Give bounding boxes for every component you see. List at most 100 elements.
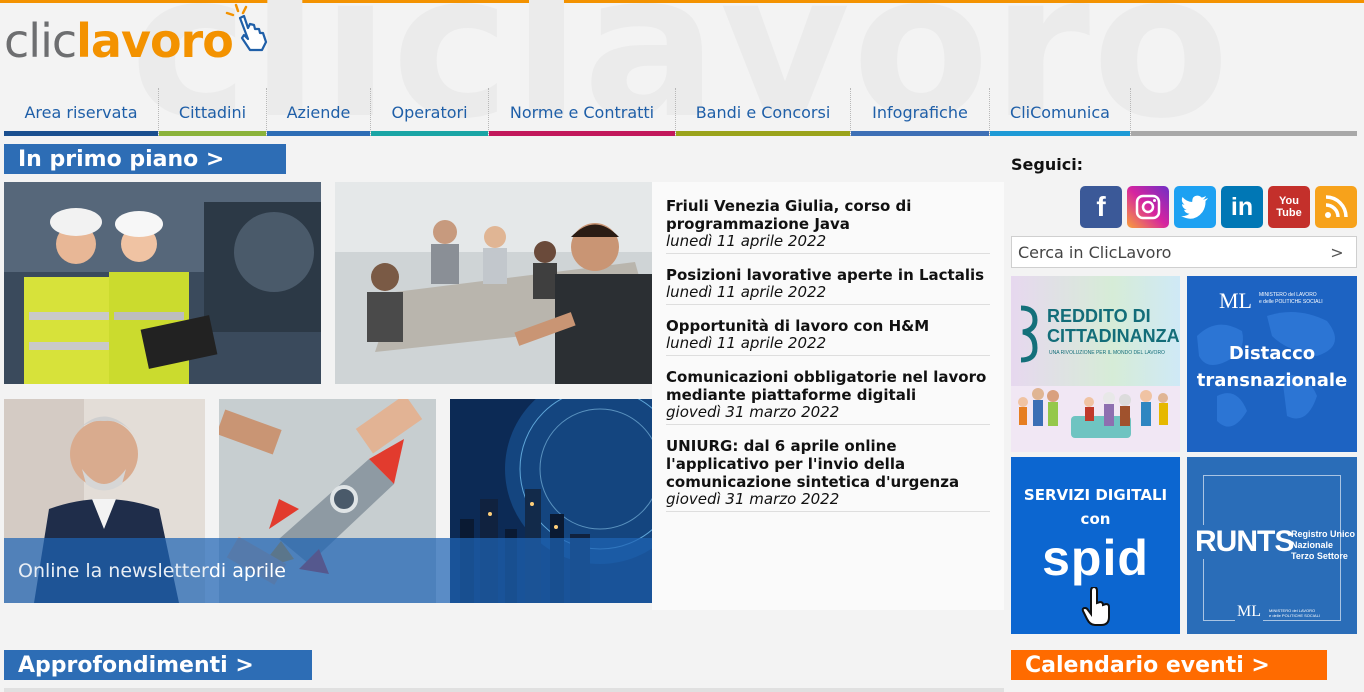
reddito-title: REDDITO DI CITTADINANZA: [1047, 306, 1180, 346]
servizi-digitali-spid-card[interactable]: SERVIZI DIGITALI con spid: [1011, 457, 1180, 634]
runts-line1: Registro Unico: [1291, 529, 1356, 539]
search-submit-button[interactable]: >: [1322, 243, 1352, 262]
main-navigation: Area riservata Cittadini Aziende Operato…: [4, 88, 1357, 136]
news-item[interactable]: Comunicazioni obbligatorie nel lavoro me…: [666, 368, 990, 425]
hand-pointer-icon: [225, 3, 268, 52]
nav-color-bar: [4, 131, 158, 136]
youtube-button[interactable]: You Tube: [1268, 186, 1310, 228]
news-date: lunedì 11 aprile 2022: [666, 283, 827, 301]
distacco-title: Distacco transnazionale: [1187, 340, 1357, 394]
news-title[interactable]: Friuli Venezia Giulia, corso di programm…: [666, 197, 990, 233]
linkedin-button[interactable]: in: [1221, 186, 1263, 228]
nav-color-bar: [371, 131, 488, 136]
nav-cittadini[interactable]: Cittadini: [159, 88, 267, 136]
news-title[interactable]: Comunicazioni obbligatorie nel lavoro me…: [666, 368, 990, 404]
spid-line1: SERVIZI DIGITALI: [1023, 486, 1168, 504]
runts-acronym: RUNTS: [1195, 525, 1298, 559]
reddito-line2: CITTADINANZA: [1047, 326, 1180, 346]
search-input[interactable]: [1012, 238, 1322, 266]
approfondimenti-heading[interactable]: Approfondimenti >: [4, 650, 312, 680]
runts-card[interactable]: RUNTS Registro Unico Nazionale Terzo Set…: [1187, 457, 1357, 634]
news-title[interactable]: Posizioni lavorative aperte in Lactalis: [666, 266, 990, 284]
nav-bandi-concorsi[interactable]: Bandi e Concorsi: [676, 88, 851, 136]
news-date: giovedì 31 marzo 2022: [666, 490, 840, 508]
featured-image-meeting[interactable]: [335, 182, 652, 384]
instagram-button[interactable]: [1127, 186, 1169, 228]
spid-title: SERVIZI DIGITALI con: [1011, 485, 1180, 529]
nav-label: Cittadini: [178, 102, 247, 122]
calendario-eventi-heading[interactable]: Calendario eventi >: [1011, 650, 1327, 680]
hand-cursor-icon: [1081, 587, 1110, 626]
ministry-name: MINISTERO del LAVORO e delle POLITICHE S…: [1259, 292, 1323, 306]
twitter-button[interactable]: [1174, 186, 1216, 228]
nav-operatori[interactable]: Operatori: [371, 88, 489, 136]
featured-mosaic: Online la newsletter di aprile: [4, 182, 652, 603]
newsletter-label: Online la newsletter: [18, 559, 209, 582]
news-item[interactable]: Friuli Venezia Giulia, corso di programm…: [666, 197, 990, 254]
family-illustration: [1018, 388, 1168, 438]
nav-norme-contratti[interactable]: Norme e Contratti: [489, 88, 676, 136]
nav-clicomunica[interactable]: CliComunica: [990, 88, 1131, 136]
nav-infografiche[interactable]: Infografiche: [851, 88, 990, 136]
workers-photo: [4, 182, 321, 384]
nav-filler: [1131, 88, 1357, 136]
news-item[interactable]: Opportunità di lavoro con H&M lunedì 11 …: [666, 317, 990, 356]
ministry-line1: MINISTERO del LAVORO: [1259, 292, 1317, 298]
nav-aziende[interactable]: Aziende: [267, 88, 371, 136]
facebook-button[interactable]: f: [1080, 186, 1122, 228]
youtube-icon: You Tube: [1276, 195, 1302, 219]
nav-label: Aziende: [286, 102, 351, 122]
distacco-line2: transnazionale: [1196, 370, 1348, 391]
site-logo[interactable]: cliclavoro: [4, 18, 234, 64]
distacco-transnazionale-card[interactable]: ML MINISTERO del LAVORO e delle POLITICH…: [1187, 276, 1357, 452]
nav-area-riservata[interactable]: Area riservata: [4, 88, 159, 136]
instagram-icon: [1135, 194, 1161, 220]
distacco-line1: Distacco: [1228, 343, 1316, 364]
reddito-tagline: UNA RIVOLUZIONE PER IL MONDO DEL LAVORO: [1049, 350, 1165, 356]
ministry-logo-icon: ML: [1219, 288, 1252, 313]
nav-color-bar: [676, 131, 850, 136]
nav-label: Area riservata: [24, 102, 138, 122]
background-watermark: cliclavoro: [130, 0, 1232, 163]
reddito-line1: REDDITO DI: [1047, 306, 1151, 326]
nav-color-bar: [1131, 131, 1357, 136]
primo-piano-heading[interactable]: In primo piano >: [4, 144, 286, 174]
news-item[interactable]: UNIURG: dal 6 aprile online l'applicativ…: [666, 437, 990, 512]
nav-color-bar: [159, 131, 266, 136]
nav-label: CliComunica: [1010, 102, 1110, 122]
runts-fullname: Registro Unico Nazionale Terzo Settore: [1291, 529, 1355, 562]
ministry-line2: e delle POLITICHE SOCIALI: [1259, 299, 1323, 305]
nav-color-bar: [489, 131, 675, 136]
runts-line2: Nazionale: [1291, 540, 1334, 550]
linkedin-icon: in: [1230, 192, 1254, 221]
nav-label: Operatori: [391, 102, 468, 122]
spid-logo: spid: [1042, 530, 1149, 586]
newsletter-month: di aprile: [208, 559, 286, 582]
news-item[interactable]: Posizioni lavorative aperte in Lactalis …: [666, 266, 990, 305]
news-list: Friuli Venezia Giulia, corso di programm…: [652, 182, 1004, 610]
nav-color-bar: [851, 131, 989, 136]
twitter-icon: [1181, 195, 1208, 219]
section-divider: [4, 688, 1004, 692]
news-title[interactable]: Opportunità di lavoro con H&M: [666, 317, 990, 335]
spid-line2: con: [1080, 510, 1111, 528]
rss-button[interactable]: [1315, 186, 1357, 228]
news-date: giovedì 31 marzo 2022: [666, 403, 840, 421]
ministry-logo-icon: ML: [1235, 603, 1263, 621]
news-date: lunedì 11 aprile 2022: [666, 334, 827, 352]
runts-ministry: MINISTERO del LAVORO e delle POLITICHE S…: [1269, 608, 1320, 618]
nav-color-bar: [267, 131, 370, 136]
news-date: lunedì 11 aprile 2022: [666, 232, 827, 250]
newsletter-banner[interactable]: Online la newsletter di aprile: [4, 538, 652, 603]
rss-icon: [1325, 195, 1348, 218]
site-search: >: [1011, 236, 1357, 268]
news-title[interactable]: UNIURG: dal 6 aprile online l'applicativ…: [666, 437, 990, 491]
nav-label: Bandi e Concorsi: [695, 102, 831, 122]
featured-image-workers[interactable]: [4, 182, 321, 384]
nav-color-bar: [990, 131, 1130, 136]
logo-lavoro: lavoro: [76, 14, 234, 68]
meeting-photo: [335, 182, 652, 384]
nav-label: Norme e Contratti: [509, 102, 655, 122]
reddito-cittadinanza-card[interactable]: REDDITO DI CITTADINANZA UNA RIVOLUZIONE …: [1011, 276, 1180, 452]
reddito-logo-icon: [1020, 305, 1038, 363]
